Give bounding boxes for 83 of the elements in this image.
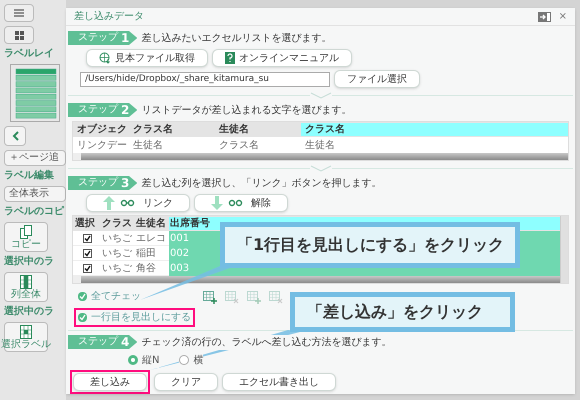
close-button[interactable]: × — [558, 12, 567, 22]
column-header[interactable]: クラス — [101, 217, 135, 230]
grid-icon — [20, 324, 32, 338]
table-cell-text: 稲田 — [135, 246, 157, 260]
column-header[interactable]: 生徒名 — [135, 217, 169, 230]
option-checkbox[interactable] — [78, 313, 87, 322]
table-cell-text: 角谷 — [135, 262, 157, 276]
column-header[interactable]: 出席番号 — [169, 217, 215, 230]
radio-button[interactable] — [128, 355, 138, 365]
step-badge: ステップ 3 — [68, 176, 138, 190]
table-cell-text: いちご — [101, 232, 133, 246]
chevron-left-icon — [12, 131, 18, 141]
dialog-title: 差し込みデータ — [74, 10, 145, 24]
step-badge: ステップ 1 — [68, 31, 138, 45]
horizontal-scrollbar[interactable] — [73, 153, 568, 160]
grid-view-button[interactable] — [4, 26, 34, 44]
column-header[interactable]: クラス名 — [301, 123, 568, 136]
action-button[interactable]: 解除 — [194, 194, 288, 212]
row-checkbox[interactable] — [82, 264, 92, 272]
sidebar-button[interactable]: ＋ページ追 — [4, 150, 66, 166]
file-select-button[interactable]: ファイル選択 — [334, 70, 420, 88]
column-header[interactable]: 生徒名 — [215, 123, 301, 136]
file-path-field[interactable]: /Users/hide/Dropbox/_share_kitamura_su — [80, 72, 330, 86]
column-header[interactable]: オブジェク — [73, 123, 129, 136]
table-cell-text: 生徒名 — [132, 138, 164, 152]
sidebar-tile[interactable]: 列全体 — [4, 272, 48, 302]
sidebar-heading: 選択中のラ — [4, 256, 55, 268]
row-checkbox[interactable] — [82, 234, 92, 242]
column-header[interactable]: クラス名 — [129, 123, 215, 136]
table-cell-text: リンクデー — [76, 138, 128, 152]
checkmark-icon — [84, 234, 90, 242]
grid-edit-icon[interactable] — [225, 291, 239, 304]
row-checkbox[interactable] — [82, 248, 92, 258]
action-button[interactable]: オンラインマニュアル — [212, 49, 352, 67]
radio-option[interactable]: 横 — [179, 352, 204, 368]
checkmark-icon — [79, 293, 86, 300]
sidebar-heading: ラベルのコピ — [4, 206, 66, 218]
grid-icon — [20, 274, 32, 288]
sidebar-heading: ラベル編集 — [4, 170, 55, 182]
help-icon — [225, 52, 235, 64]
horizontal-scrollbar[interactable] — [73, 276, 560, 283]
table-cell-text: 生徒名 — [304, 138, 336, 152]
checkmark-icon — [79, 314, 86, 321]
sidebar-heading: 選択中のラ — [4, 306, 55, 318]
action-button[interactable]: リンク — [86, 194, 190, 212]
option-label: 一行目を見出しにする — [91, 310, 191, 325]
sidebar-heading: ラベルレイ — [4, 48, 55, 60]
copy-icon — [20, 224, 32, 238]
callout-text: 「1行目を見出しにする」をクリック — [237, 234, 504, 256]
option-checkbox[interactable] — [78, 292, 87, 301]
globe-download-icon — [99, 52, 111, 64]
grid-edit-icon[interactable] — [247, 291, 261, 304]
action-button[interactable]: 差し込み — [73, 373, 147, 391]
checkmark-icon — [84, 250, 90, 256]
dock-icon[interactable] — [538, 12, 551, 22]
grid-edit-icon[interactable] — [269, 291, 283, 304]
table-cell-text: いちご — [101, 262, 133, 276]
chevron-down-icon — [310, 164, 332, 172]
checkmark-icon — [84, 264, 90, 272]
radio-button[interactable] — [179, 355, 190, 365]
table-cell: 002 — [169, 246, 215, 260]
table-cell-text: クラス名 — [218, 138, 260, 152]
action-button[interactable]: クリア — [154, 373, 218, 391]
grid-icon — [14, 30, 24, 40]
label-layout-thumbnail — [10, 64, 60, 122]
vertical-scrollbar[interactable] — [560, 216, 568, 283]
add-row-icon[interactable] — [203, 291, 217, 304]
column-header: 選択 — [74, 216, 96, 231]
menu-icon — [14, 9, 24, 17]
step-badge: ステップ 2 — [68, 103, 138, 117]
callout-text: 「差し込み」をクリック — [307, 301, 483, 323]
table-cell-text: エレコ — [135, 232, 167, 246]
sidebar-tile[interactable]: コピー — [4, 222, 48, 252]
action-button[interactable]: エクセル書き出し — [222, 373, 336, 391]
table-cell: 001 — [169, 230, 215, 246]
chevron-down-icon — [310, 92, 332, 98]
table-cell-text: いちご — [101, 246, 133, 260]
step-badge: ステップ 4 — [68, 335, 138, 349]
menu-button[interactable] — [4, 4, 34, 22]
sidebar-button[interactable]: 全体表示 — [4, 186, 66, 202]
back-button[interactable] — [4, 126, 26, 146]
action-button[interactable]: 見本ファイル取得 — [86, 49, 208, 67]
radio-option[interactable]: 縦N — [128, 352, 160, 368]
